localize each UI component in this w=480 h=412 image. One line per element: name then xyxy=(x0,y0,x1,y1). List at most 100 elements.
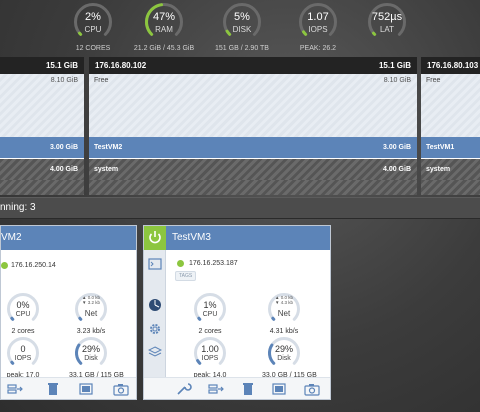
host-memory-column[interactable]: 176.16.80.102 15.1 GiB Free 8.10 GiB Tes… xyxy=(89,57,417,195)
iops-value: 1.07 xyxy=(307,11,329,23)
vm-memory-block[interactable]: TestVM1 xyxy=(421,137,480,158)
vm-memory-block[interactable]: TestVM2 3.00 GiB xyxy=(89,137,417,158)
host-total-memory: 15.1 GiB xyxy=(45,61,78,70)
system-size: 4.00 GiB xyxy=(382,166,411,173)
cpu-gauge: 2% CPU xyxy=(73,2,113,42)
system-size: 4.00 GiB xyxy=(49,166,78,173)
vm-disk-value: 29% xyxy=(274,344,293,354)
cpu-label: CPU xyxy=(84,25,102,34)
vm-cpu-value: 0% xyxy=(16,300,30,310)
vm-card-header[interactable]: VM2 xyxy=(1,226,136,250)
vm-iops-gauge: 1.00 IOPS peak: 14.0 xyxy=(188,336,232,379)
vm-cpu-label: CPU xyxy=(15,311,31,318)
vm-net-sub: 4.31 kb/s xyxy=(269,328,299,335)
vm-iops-value: 1.00 xyxy=(201,344,219,354)
system-memory-block[interactable]: 4.00 GiB xyxy=(0,159,84,180)
free-label: Free xyxy=(94,77,109,84)
vm-disk-gauge: 29% Disk 33.0 GB / 115 GB xyxy=(262,336,317,379)
free-size: 8.10 GiB xyxy=(383,77,411,84)
disk-sub: 151 GB / 2.90 TB xyxy=(215,45,269,52)
tags-badge[interactable]: TAGS xyxy=(175,271,197,281)
latency-label: LAT xyxy=(379,25,395,34)
gauge-fill xyxy=(271,316,276,321)
iops-stat: 1.07 IOPS PEAK: 26.2 xyxy=(283,2,353,52)
vm-cpu-sub: 2 cores xyxy=(11,328,35,335)
vm-disk-gauge: 29% Disk 33.1 GB / 115 GB xyxy=(69,336,124,379)
host-memory-strip: 15.1 GiB 8.10 GiB 3.00 GiB 4.00 GiB 176.… xyxy=(0,57,480,195)
power-icon xyxy=(149,231,161,244)
network-icon xyxy=(177,260,184,267)
settings-icon[interactable] xyxy=(148,322,162,336)
latency-stat: 752µs LAT xyxy=(352,2,422,42)
host-header: 15.1 GiB xyxy=(0,57,84,74)
system-memory-block[interactable]: system xyxy=(421,159,480,180)
vm-memory-size: 3.00 GiB xyxy=(49,144,78,151)
host-memory-column[interactable]: 15.1 GiB 8.10 GiB 3.00 GiB 4.00 GiB xyxy=(0,57,84,195)
system-memory-block[interactable]: system 4.00 GiB xyxy=(89,159,417,180)
vm-iops-label: IOPS xyxy=(201,355,219,362)
disk-label: DISK xyxy=(232,25,252,34)
vm-iops-gauge: 0 IOPS peak: 17.0 xyxy=(1,336,45,379)
host-header: 176.16.80.103 xyxy=(421,57,480,74)
host-memory-column[interactable]: 176.16.80.103 Free TestVM1 system xyxy=(421,57,480,195)
snapshot-icon[interactable] xyxy=(113,382,129,396)
system-memory-remainder xyxy=(0,180,84,195)
snapshot-icon[interactable] xyxy=(304,382,320,396)
cpu-value: 2% xyxy=(85,11,101,23)
migrate-icon[interactable] xyxy=(208,382,224,396)
vm-card-title[interactable]: TestVM3 xyxy=(172,232,211,243)
host-name: 176.16.80.102 xyxy=(95,61,147,70)
running-vms-bar: nning: 3 xyxy=(0,197,480,219)
iops-sub: PEAK: 26.2 xyxy=(299,45,337,52)
vm-cpu-gauge: 1% CPU 2 cores xyxy=(188,292,232,335)
host-total-memory: 15.1 GiB xyxy=(378,61,411,70)
vm-net-label: Net xyxy=(84,309,98,318)
vm-card-header[interactable]: TestVM3 xyxy=(166,226,330,250)
storage-layers-icon[interactable] xyxy=(148,345,162,359)
system-memory-remainder xyxy=(89,180,417,195)
vm-name: TestVM1 xyxy=(426,144,455,151)
cpu-stat: 2% CPU 12 CORES xyxy=(58,2,128,52)
free-memory-block[interactable]: Free 8.10 GiB xyxy=(89,74,417,137)
snapshot-list-icon[interactable] xyxy=(272,382,288,396)
vm-net-gauge: ▲ 0.0 kb ▼ 3.2 kb Net 3.23 kb/s xyxy=(69,292,113,335)
latency-value: 752µs xyxy=(371,11,403,23)
vm-net-down: ▼ 3.2 kb xyxy=(82,300,100,305)
vm-name: TestVM2 xyxy=(94,144,123,151)
system-label: system xyxy=(426,166,451,173)
vm-net-sub: 3.23 kb/s xyxy=(76,328,106,335)
vm-ip-address: 176.16.250.14 xyxy=(11,262,56,269)
vm-net-label: Net xyxy=(277,309,291,318)
ram-gauge: 47% RAM xyxy=(144,2,184,42)
vm-net-traffic: ▲ 0.0 kb ▼ 4.3 kb xyxy=(262,295,306,305)
wrench-icon[interactable] xyxy=(176,382,192,396)
migrate-icon[interactable] xyxy=(7,382,23,396)
stats-icon[interactable] xyxy=(148,298,162,312)
free-memory-block[interactable]: Free xyxy=(421,74,480,137)
system-memory-remainder xyxy=(421,180,480,195)
vm-cpu-sub: 2 cores xyxy=(198,328,222,335)
free-label: Free xyxy=(426,77,441,84)
gauge-fill xyxy=(10,316,15,321)
vm-memory-block[interactable]: 3.00 GiB xyxy=(0,137,84,158)
vm-card-toolbar xyxy=(144,377,330,399)
vm-card-toolbar xyxy=(1,377,136,399)
vm-card[interactable]: TestVM3 176.16.253.187 TAGS 1% CPU 2 cor… xyxy=(143,225,331,400)
vm-card[interactable]: VM2 176.16.250.14 0% CPU 2 cores ▲ 0.0 k… xyxy=(0,225,137,400)
system-label: system xyxy=(94,166,119,173)
power-button[interactable] xyxy=(144,226,166,250)
snapshot-list-icon[interactable] xyxy=(79,382,95,396)
delete-icon[interactable] xyxy=(240,382,256,396)
console-icon[interactable] xyxy=(148,257,162,271)
disk-gauge: 5% DISK xyxy=(222,2,262,42)
vm-disk-label: Disk xyxy=(277,355,291,362)
vm-card-title[interactable]: VM2 xyxy=(1,232,22,243)
delete-icon[interactable] xyxy=(45,382,61,396)
free-memory-block[interactable]: 8.10 GiB xyxy=(0,74,84,137)
network-icon xyxy=(1,262,8,269)
free-size: 8.10 GiB xyxy=(50,77,78,84)
vm-net-down: ▼ 4.3 kb xyxy=(275,300,293,305)
vm-iops-label: IOPS xyxy=(14,355,32,362)
latency-gauge: 752µs LAT xyxy=(367,2,407,42)
vm-cpu-value: 1% xyxy=(203,300,217,310)
